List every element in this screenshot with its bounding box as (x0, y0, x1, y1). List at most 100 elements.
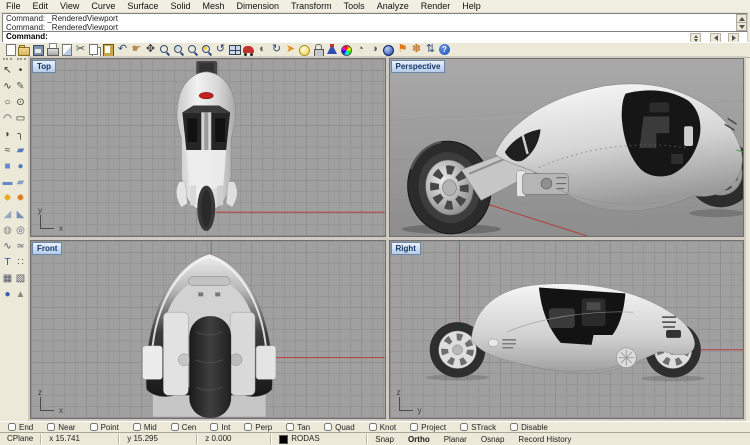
menu-dimension[interactable]: Dimension (230, 0, 285, 12)
paste-icon[interactable] (102, 43, 115, 57)
point-icon[interactable]: • (14, 63, 27, 79)
viewport-label-right[interactable]: Right (391, 242, 421, 255)
osnap-checkbox-knot[interactable] (369, 423, 377, 431)
menu-render[interactable]: Render (415, 0, 457, 12)
menu-curve[interactable]: Curve (85, 0, 121, 12)
viewport-perspective[interactable]: Perspective (389, 58, 745, 237)
zoom-icon[interactable] (158, 43, 171, 57)
circle-center-icon[interactable]: ⊙ (14, 95, 27, 111)
palette-grips[interactable] (0, 56, 28, 63)
viewport-top[interactable]: Top y x (30, 58, 386, 237)
osnap-perp[interactable]: Perp (244, 423, 272, 432)
osnap-knot[interactable]: Knot (369, 423, 396, 432)
osnap-project[interactable]: Project (410, 423, 446, 432)
sphere-icon[interactable]: ◍ (1, 223, 14, 239)
scroll-down-icon[interactable] (736, 22, 747, 31)
osnap-checkbox-quad[interactable] (324, 423, 332, 431)
render-sphere-icon[interactable] (382, 43, 395, 57)
statusbar-toggle-ortho[interactable]: Ortho (401, 435, 437, 444)
blend-icon[interactable]: ∿ (1, 239, 14, 255)
uvn-icon[interactable]: ⇅ (424, 43, 437, 57)
command-history[interactable]: Command: _RenderedViewportCommand: _Rend… (2, 13, 748, 32)
help-icon[interactable] (438, 43, 451, 57)
viewport-label-perspective[interactable]: Perspective (391, 60, 446, 73)
viewport-front[interactable]: Front z x (30, 240, 386, 419)
shade-view-icon[interactable]: ◐ (256, 43, 269, 57)
rotate-cw-icon[interactable]: ↻ (270, 43, 283, 57)
flag-icon[interactable]: ⚑ (396, 43, 409, 57)
gear-icon[interactable]: ✽ (410, 43, 423, 57)
zoom-dynamic-icon[interactable] (186, 43, 199, 57)
move-icon[interactable]: ✥ (144, 43, 157, 57)
zoom-extents-icon[interactable] (200, 43, 213, 57)
statusbar-toggle-snap[interactable]: Snap (368, 435, 401, 444)
surface-icon[interactable]: ▰ (14, 143, 27, 159)
osnap-checkbox-disable[interactable] (510, 423, 518, 431)
osnap-quad[interactable]: Quad (324, 423, 355, 432)
explode-icon[interactable]: ✸ (1, 191, 14, 207)
boolean-icon[interactable]: ◎ (14, 223, 27, 239)
menu-solid[interactable]: Solid (164, 0, 196, 12)
wedge-icon[interactable]: ▰ (14, 175, 27, 191)
osnap-checkbox-cen[interactable] (171, 423, 179, 431)
menu-surface[interactable]: Surface (121, 0, 164, 12)
render-ball-icon[interactable]: ● (1, 287, 14, 303)
osnap-checkbox-tan[interactable] (286, 423, 294, 431)
new-file-icon[interactable] (4, 43, 17, 57)
color-wheel-icon[interactable] (340, 43, 353, 57)
match-icon[interactable]: ≃ (14, 239, 27, 255)
top-view-canvas[interactable] (31, 59, 385, 236)
ellipse-icon[interactable]: ◗ (1, 127, 14, 143)
smash-icon[interactable]: ✹ (14, 191, 27, 207)
statusbar-toggle-osnap[interactable]: Osnap (474, 435, 512, 444)
render-cone-icon[interactable] (326, 43, 339, 57)
lock-icon[interactable] (312, 43, 325, 57)
viewport-label-top[interactable]: Top (32, 60, 56, 73)
statusbar-toggle-record-history[interactable]: Record History (511, 435, 578, 444)
text-icon[interactable]: T (1, 255, 14, 271)
chamfer-icon[interactable]: ◣ (14, 207, 27, 223)
menu-tools[interactable]: Tools (338, 0, 371, 12)
menu-edit[interactable]: Edit (27, 0, 55, 12)
copy-icon[interactable] (88, 43, 101, 57)
rotate-view-icon[interactable]: ↺ (214, 43, 227, 57)
sphere-pair-icon[interactable]: ● (14, 159, 27, 175)
osnap-strack[interactable]: STrack (460, 423, 496, 432)
osnap-checkbox-project[interactable] (410, 423, 418, 431)
osnap-int[interactable]: Int (210, 423, 230, 432)
cut-icon[interactable]: ✂ (74, 43, 87, 57)
osnap-mid[interactable]: Mid (133, 423, 157, 432)
box-icon[interactable]: ■ (1, 159, 14, 175)
menu-view[interactable]: View (54, 0, 85, 12)
slab-icon[interactable]: ▬ (1, 175, 14, 191)
freeform-curve-icon[interactable]: ≈ (1, 143, 14, 159)
osnap-checkbox-mid[interactable] (133, 423, 141, 431)
osnap-end[interactable]: End (8, 423, 33, 432)
select-pointer-icon[interactable]: ➤ (284, 43, 297, 57)
fillet-edge-icon[interactable]: ◢ (1, 207, 14, 223)
menu-file[interactable]: File (0, 0, 27, 12)
menu-analyze[interactable]: Analyze (371, 0, 415, 12)
menu-mesh[interactable]: Mesh (196, 0, 230, 12)
planar-surface-icon[interactable]: ▧ (14, 271, 27, 287)
fillet-corner-icon[interactable]: ╮ (14, 127, 27, 143)
menu-transform[interactable]: Transform (285, 0, 338, 12)
osnap-checkbox-end[interactable] (8, 423, 16, 431)
osnap-checkbox-point[interactable] (90, 423, 98, 431)
extrude-icon[interactable]: ▲ (14, 287, 27, 303)
osnap-near[interactable]: Near (47, 423, 75, 432)
pointer-icon[interactable]: ↖ (1, 63, 14, 79)
circle-icon[interactable]: ○ (1, 95, 14, 111)
perspective-view-canvas[interactable] (390, 59, 744, 236)
pan-icon[interactable]: ☛ (130, 43, 143, 57)
osnap-checkbox-strack[interactable] (460, 423, 468, 431)
lamp-icon[interactable] (298, 43, 311, 57)
vehicle-icon[interactable] (242, 43, 255, 57)
open-file-icon[interactable] (18, 43, 31, 57)
zoom-window-icon[interactable] (172, 43, 185, 57)
array-icon[interactable]: ▦ (1, 271, 14, 287)
copy-view-icon[interactable] (60, 43, 73, 57)
sketch-icon[interactable]: ✎ (14, 79, 27, 95)
print-icon[interactable] (46, 43, 59, 57)
osnap-checkbox-perp[interactable] (244, 423, 252, 431)
